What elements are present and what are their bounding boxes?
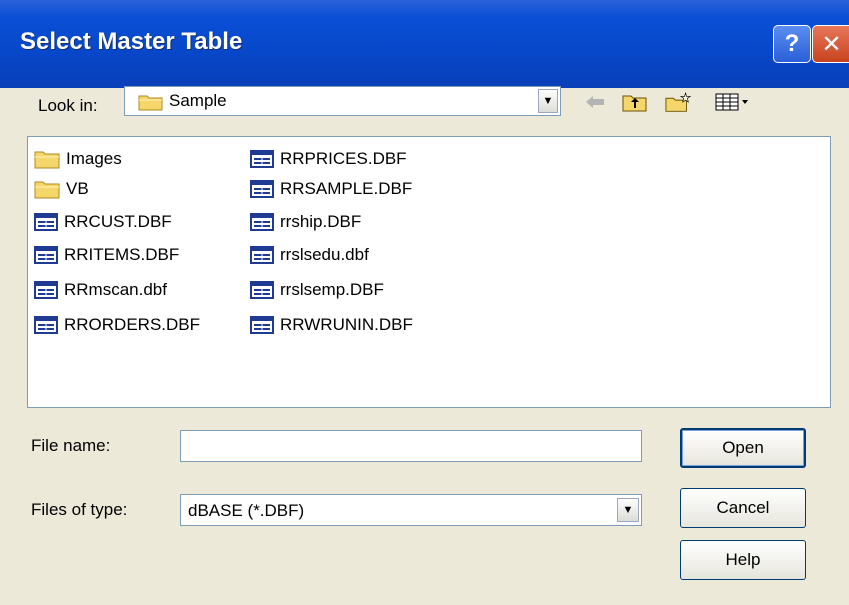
file-name: RRWRUNIN.DBF xyxy=(280,315,413,334)
look-in-combo[interactable]: Sample ▼ xyxy=(124,86,561,116)
help-button[interactable]: Help xyxy=(680,540,806,580)
list-item[interactable]: VB xyxy=(34,177,89,201)
file-name: rrslsedu.dbf xyxy=(280,245,369,264)
folder-icon xyxy=(138,93,164,116)
open-button[interactable]: Open xyxy=(680,428,806,468)
table-icon xyxy=(34,281,58,299)
file-name: RRmscan.dbf xyxy=(64,280,167,299)
new-folder-icon[interactable] xyxy=(665,90,693,114)
table-icon xyxy=(34,213,58,231)
file-name: VB xyxy=(66,179,89,198)
table-icon xyxy=(250,281,274,299)
look-in-dropdown-arrow[interactable]: ▼ xyxy=(538,89,558,113)
file-name: rrship.DBF xyxy=(280,212,362,231)
window-title: Select Master Table xyxy=(20,28,243,55)
files-of-type-dropdown-arrow[interactable]: ▼ xyxy=(617,498,639,522)
table-icon xyxy=(34,246,58,264)
file-name: RRCUST.DBF xyxy=(64,212,172,231)
list-item[interactable]: Images xyxy=(34,147,122,171)
list-item[interactable]: RRmscan.dbf xyxy=(34,278,167,302)
list-item[interactable]: rrship.DBF xyxy=(250,210,361,234)
table-icon xyxy=(250,316,274,334)
table-icon xyxy=(34,316,58,334)
file-name-label: File name: xyxy=(31,436,111,455)
files-of-type-select[interactable]: dBASE (*.DBF) ▼ xyxy=(180,494,642,526)
file-name: Images xyxy=(66,149,122,168)
list-item[interactable]: rrslsemp.DBF xyxy=(250,278,384,302)
list-item[interactable]: RRORDERS.DBF xyxy=(34,313,200,337)
file-name: RRSAMPLE.DBF xyxy=(280,179,413,198)
list-item[interactable]: rrslsedu.dbf xyxy=(250,243,369,267)
help-title-button[interactable]: ? xyxy=(773,25,811,63)
file-name: RRPRICES.DBF xyxy=(280,149,407,168)
close-title-button[interactable]: ✕ xyxy=(812,25,849,63)
file-name: RRORDERS.DBF xyxy=(64,315,201,334)
list-item[interactable]: RRITEMS.DBF xyxy=(34,243,179,267)
list-item[interactable]: RRPRICES.DBF xyxy=(250,147,407,171)
list-item[interactable]: RRWRUNIN.DBF xyxy=(250,313,413,337)
file-name: RRITEMS.DBF xyxy=(64,245,180,264)
file-name: rrslsemp.DBF xyxy=(280,280,384,299)
file-list[interactable]: Images VB RRCUST.DBF RRITEMS.DBF RRmscan… xyxy=(27,136,831,408)
list-item[interactable]: RRCUST.DBF xyxy=(34,210,172,234)
table-icon xyxy=(250,213,274,231)
back-arrow-icon[interactable] xyxy=(581,90,609,114)
table-icon xyxy=(250,246,274,264)
close-icon: ✕ xyxy=(821,30,842,58)
file-name-input[interactable] xyxy=(180,430,642,462)
table-icon xyxy=(250,150,274,168)
files-of-type-label: Files of type: xyxy=(31,500,128,519)
table-icon xyxy=(250,180,274,198)
files-of-type-value: dBASE (*.DBF) xyxy=(188,501,305,520)
folder-icon xyxy=(34,179,60,199)
cancel-button[interactable]: Cancel xyxy=(680,488,806,528)
look-in-value: Sample xyxy=(169,91,227,110)
help-icon: ? xyxy=(784,30,800,57)
up-folder-icon[interactable] xyxy=(621,90,649,114)
view-menu-icon[interactable] xyxy=(713,90,753,114)
list-item[interactable]: RRSAMPLE.DBF xyxy=(250,177,412,201)
title-bar: Select Master Table ? ✕ xyxy=(0,0,849,89)
folder-icon xyxy=(34,149,60,169)
look-in-label: Look in: xyxy=(38,96,98,115)
